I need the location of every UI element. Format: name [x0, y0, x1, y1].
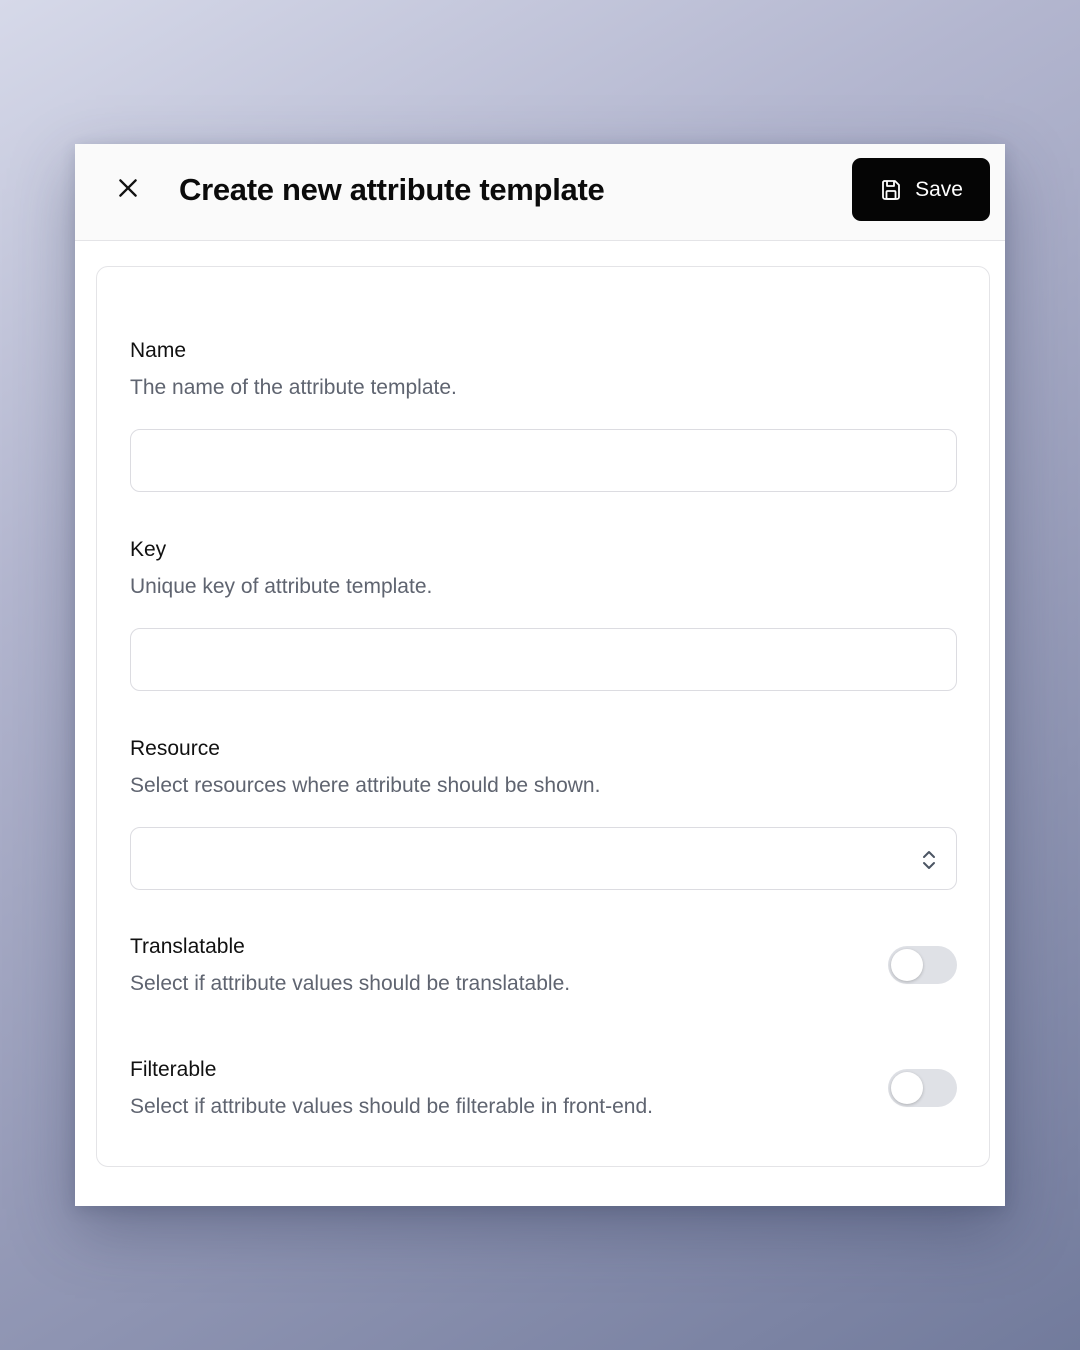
modal-title: Create new attribute template: [179, 172, 605, 207]
translatable-help: Select if attribute values should be tra…: [130, 972, 571, 995]
filterable-toggle[interactable]: [888, 1069, 957, 1107]
create-attribute-template-modal: Create new attribute template Save Name …: [75, 144, 1005, 1206]
filterable-label: Filterable: [130, 1058, 217, 1081]
toggle-knob: [891, 949, 923, 981]
save-button[interactable]: Save: [852, 158, 990, 221]
floppy-disk-icon: [882, 179, 900, 200]
close-icon: [119, 179, 137, 197]
key-help: Unique key of attribute template.: [130, 575, 433, 598]
filterable-help: Select if attribute values should be fil…: [130, 1095, 653, 1118]
name-label: Name: [130, 339, 187, 362]
translatable-label: Translatable: [130, 935, 245, 958]
form-card: Name The name of the attribute template.…: [96, 266, 990, 1167]
name-help: The name of the attribute template.: [130, 376, 457, 399]
resource-label: Resource: [130, 737, 220, 760]
translatable-toggle[interactable]: [888, 946, 957, 984]
modal-header: Create new attribute template Save: [75, 144, 1005, 241]
chevron-up-down-icon: [923, 851, 935, 869]
key-label: Key: [130, 538, 167, 561]
save-button-label: Save: [915, 177, 963, 201]
resource-select[interactable]: [130, 827, 957, 890]
toggle-knob: [891, 1072, 923, 1104]
key-input[interactable]: [130, 628, 957, 691]
name-input[interactable]: [130, 429, 957, 492]
close-button[interactable]: [109, 169, 147, 207]
resource-help: Select resources where attribute should …: [130, 774, 601, 797]
